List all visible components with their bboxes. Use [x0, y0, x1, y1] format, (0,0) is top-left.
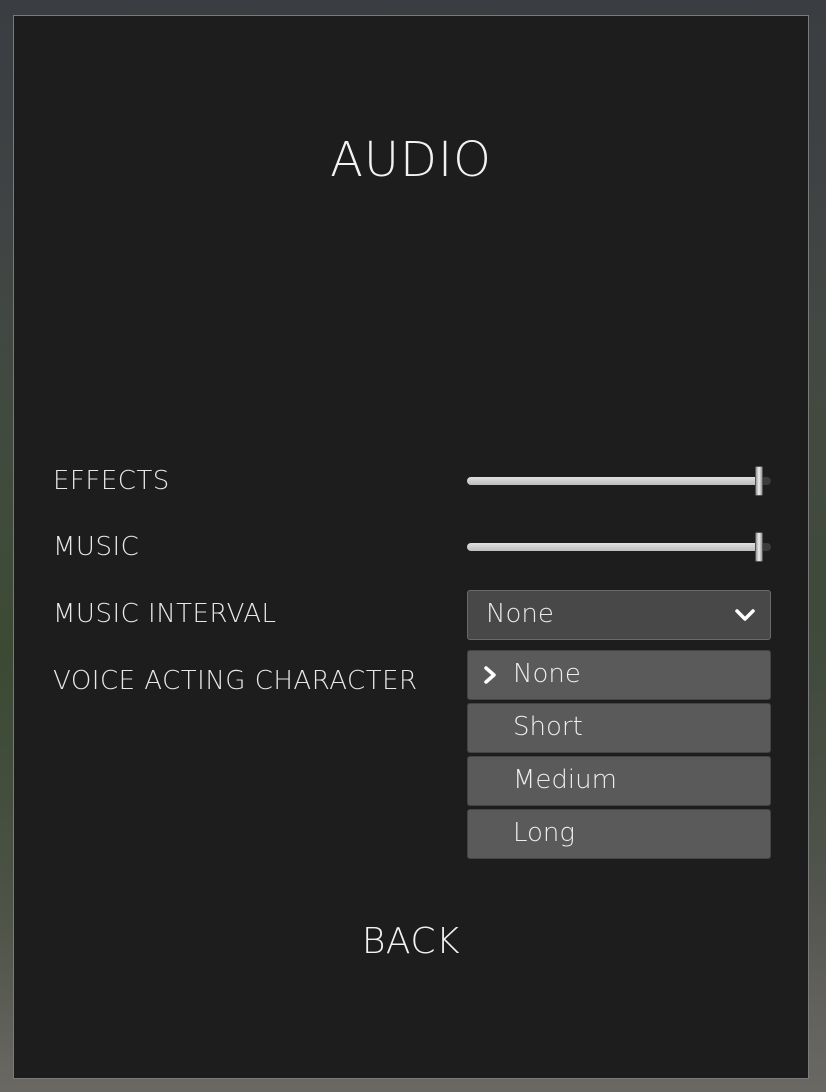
music-slider-handle[interactable]: [755, 532, 763, 562]
dropdown-option-long[interactable]: Long: [467, 809, 771, 859]
dropdown-option-short[interactable]: Short: [467, 703, 771, 753]
music-slider-fill: [467, 543, 759, 551]
music-interval-selected-value: None: [486, 599, 554, 629]
effects-slider[interactable]: [467, 466, 771, 496]
dropdown-option-none[interactable]: None: [467, 650, 771, 700]
dropdown-option-label: Short: [513, 712, 583, 742]
music-interval-options-list: None Short Medium Long: [467, 650, 771, 862]
music-label: MUSIC: [53, 532, 140, 562]
dropdown-option-label: Medium: [513, 765, 617, 795]
dropdown-option-label: Long: [513, 818, 576, 848]
music-slider[interactable]: [467, 532, 771, 562]
effects-slider-fill: [467, 477, 759, 485]
effects-slider-handle[interactable]: [755, 466, 763, 496]
back-button[interactable]: BACK: [14, 921, 808, 962]
voice-acting-character-label: VOICE ACTING CHARACTER: [53, 666, 418, 696]
effects-label: EFFECTS: [53, 466, 170, 496]
chevron-down-icon: [735, 609, 755, 621]
audio-settings-panel: AUDIO EFFECTS MUSIC MUSIC INTERVAL None …: [13, 15, 809, 1079]
music-interval-label: MUSIC INTERVAL: [53, 599, 277, 629]
chevron-right-icon: [484, 666, 496, 684]
dropdown-option-label: None: [513, 659, 581, 689]
dropdown-option-medium[interactable]: Medium: [467, 756, 771, 806]
page-title: AUDIO: [330, 132, 492, 188]
music-interval-dropdown[interactable]: None: [467, 590, 771, 640]
